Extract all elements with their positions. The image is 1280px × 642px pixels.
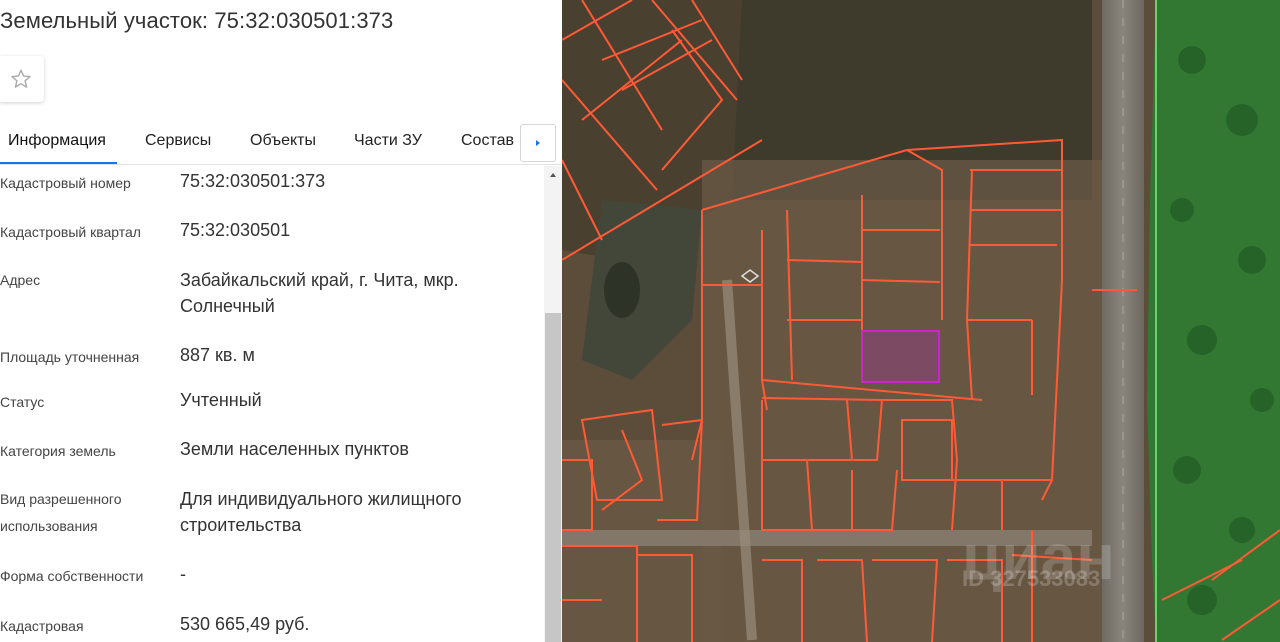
cadastral-map[interactable]: циан ID 327533083 — [562, 0, 1280, 642]
satellite-map-canvas[interactable] — [562, 0, 1280, 642]
attribute-value: 530 665,49 руб. — [180, 614, 310, 634]
page-title: Земельный участок: 75:32:030501:373 — [0, 8, 394, 33]
triangle-right-icon — [536, 140, 540, 146]
tab-composition[interactable]: Состав — [461, 132, 514, 150]
attribute-value: 75:32:030501 — [180, 220, 291, 240]
attribute-value: - — [180, 564, 186, 584]
scrollbar-thumb[interactable] — [545, 313, 561, 642]
tab-bar: Информация Сервисы Объекты Части ЗУ Сост… — [0, 118, 562, 164]
attribute-list: Кадастровый номер 75:32:030501:373 Кадас… — [0, 166, 544, 642]
tab-information[interactable]: Информация — [8, 132, 106, 150]
attribute-label: Кадастровый квартал — [0, 224, 141, 240]
attribute-value: Учтенный — [180, 390, 262, 410]
attribute-label: Адрес — [0, 272, 41, 288]
scroll-up-button[interactable] — [544, 166, 562, 184]
tab-parcel-parts[interactable]: Части ЗУ — [354, 132, 422, 150]
attribute-label: Статус — [0, 394, 45, 410]
pond — [604, 262, 640, 318]
selected-parcel[interactable] — [861, 330, 940, 383]
attribute-label: Площадь уточненная — [0, 349, 140, 365]
vertical-scrollbar[interactable] — [544, 166, 562, 642]
tab-services[interactable]: Сервисы — [145, 132, 211, 150]
attribute-value: 75:32:030501:373 — [180, 171, 326, 191]
attribute-value: 887 кв. м — [180, 345, 255, 365]
star-outline-icon — [11, 69, 31, 88]
tabs-scroll-right-button[interactable] — [520, 124, 556, 162]
attribute-value: Земли населенных пунктов — [180, 439, 409, 459]
attribute-value: Забайкальский край, г. Чита, мкр. Солнеч… — [180, 270, 459, 316]
triangle-up-icon — [550, 173, 556, 177]
attribute-label: Категория земель — [0, 443, 116, 459]
tab-objects[interactable]: Объекты — [250, 132, 316, 150]
attribute-label: Форма собственности — [0, 568, 144, 584]
favorite-button[interactable] — [0, 56, 44, 102]
attribute-label: Кадастровая — [0, 618, 84, 634]
attribute-value: Для индивидуального жилищного строительс… — [180, 489, 462, 535]
attribute-label: Вид разрешенного использования — [0, 491, 122, 534]
info-panel: Земельный участок: 75:32:030501:373 Инфо… — [0, 0, 562, 642]
watermark-id: ID 327533083 — [962, 566, 1101, 591]
app: Земельный участок: 75:32:030501:373 Инфо… — [0, 0, 1280, 642]
attribute-label: Кадастровый номер — [0, 175, 131, 191]
tabs-divider — [0, 164, 562, 165]
